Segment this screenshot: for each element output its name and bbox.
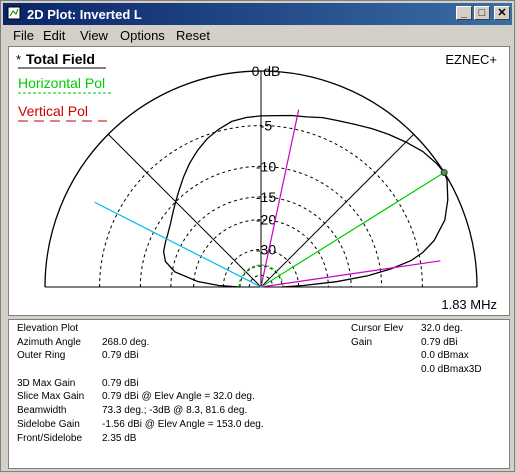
dbmax-value: 0.0 dBmax — [421, 350, 469, 361]
ring-label-3: -15 — [256, 189, 276, 205]
menu-edit[interactable]: Edit — [43, 28, 65, 43]
spoke-45 — [260, 133, 415, 288]
app-icon — [7, 6, 21, 20]
frequency-label: 1.83 MHz — [441, 297, 497, 312]
dbmax3d-value: 0.0 dBmax3D — [421, 364, 482, 375]
max-gain-value: 0.79 dBi — [102, 378, 139, 389]
slice-max-value: 0.79 dBi @ Elev Angle = 32.0 deg. — [102, 391, 255, 402]
gain-label: Gain — [351, 337, 373, 348]
polar-plot-svg[interactable]: 0 dB -5 -10 -15 -20 -30 * Total Field Horizon… — [9, 47, 509, 315]
sidelobe-label: Sidelobe Gain — [17, 419, 80, 430]
minimize-button[interactable]: _ — [456, 6, 472, 20]
ring-label-5: -30 — [256, 241, 276, 257]
beamwidth-label: Beamwidth — [17, 405, 67, 416]
cursor-elev-value: 32.0 deg. — [421, 323, 463, 334]
legend-vertical: Vertical Pol — [18, 103, 88, 119]
ring-label-1: -5 — [260, 118, 273, 134]
front-sidelobe-label: Front/Sidelobe — [17, 433, 83, 444]
outer-ring-label: Outer Ring — [17, 350, 66, 361]
sidelobe-value: -1.56 dBi @ Elev Angle = 153.0 deg. — [102, 419, 264, 430]
elevation-plot-label: Elevation Plot — [17, 323, 79, 334]
window-title: 2D Plot: Inverted L — [27, 7, 142, 22]
legend-horizontal: Horizontal Pol — [18, 75, 105, 91]
outer-ring-value: 0.79 dBi — [102, 350, 139, 361]
legend-total-marker: * — [16, 52, 21, 67]
front-sidelobe-value: 2.35 dB — [102, 433, 137, 444]
cursor-line — [260, 172, 445, 288]
cursor-marker — [440, 169, 448, 177]
menu-view[interactable]: View — [80, 28, 108, 43]
sidelobe-line — [94, 201, 262, 288]
ring-label-0: 0 dB — [252, 63, 281, 79]
ring-label-4: -20 — [256, 212, 276, 228]
menu-bar: File Edit View Options Reset — [3, 26, 512, 46]
ring-label-2: -10 — [256, 158, 276, 174]
maximize-button[interactable]: □ — [474, 6, 490, 20]
polar-grid: 0 dB -5 -10 -15 -20 -30 — [44, 63, 478, 288]
menu-reset[interactable]: Reset — [176, 28, 210, 43]
pattern-total-field — [162, 114, 449, 288]
menu-options[interactable]: Options — [120, 28, 165, 43]
legend-total: Total Field — [26, 51, 95, 67]
max-gain-label: 3D Max Gain — [17, 378, 76, 389]
brand-label: EZNEC+ — [445, 52, 497, 67]
slice-max-label: Slice Max Gain — [17, 391, 85, 402]
menu-file[interactable]: File — [13, 28, 34, 43]
info-panel: Elevation Plot Azimuth Angle 268.0 deg. … — [8, 319, 510, 469]
azimuth-label: Azimuth Angle — [17, 337, 81, 348]
gain-value: 0.79 dBi — [421, 337, 458, 348]
azimuth-value: 268.0 deg. — [102, 337, 150, 348]
title-bar[interactable]: 2D Plot: Inverted L _ □ ✕ — [3, 3, 512, 25]
close-button[interactable]: ✕ — [494, 6, 510, 20]
plot-window: 2D Plot: Inverted L _ □ ✕ File Edit View… — [0, 0, 515, 472]
cursor-elev-label: Cursor Elev — [351, 323, 404, 334]
spoke-135 — [107, 133, 262, 288]
beamwidth-value: 73.3 deg.; -3dB @ 8.3, 81.6 deg. — [102, 405, 248, 416]
polar-plot[interactable]: 0 dB -5 -10 -15 -20 -30 * Total Field Horizon… — [8, 46, 510, 316]
